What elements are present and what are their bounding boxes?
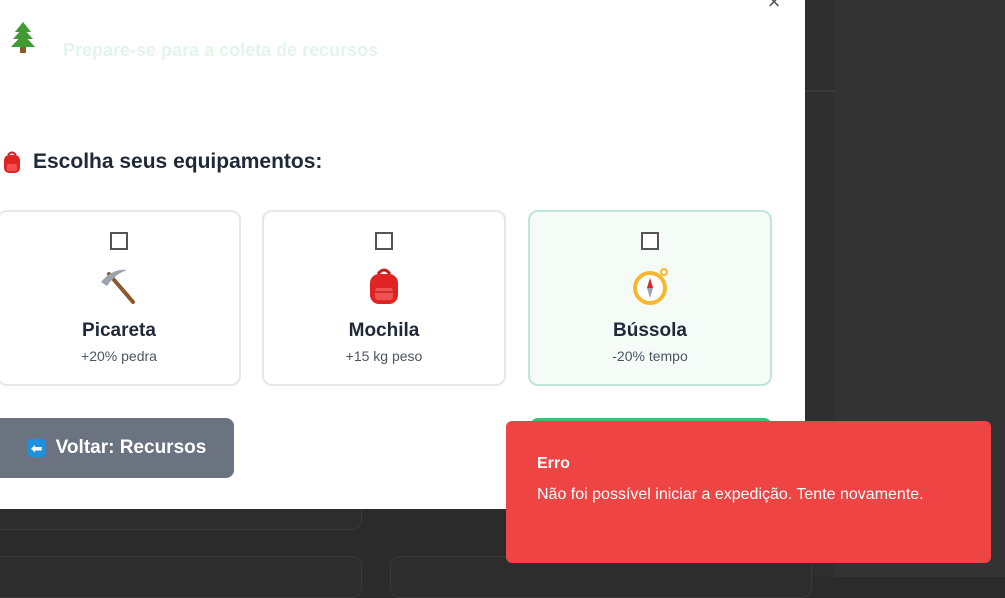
equipment-card-bussola[interactable]: Bússola -20% tempo bbox=[528, 210, 772, 386]
error-toast[interactable]: Erro Não foi possível iniciar a expediçã… bbox=[506, 421, 991, 563]
compass-icon bbox=[633, 268, 668, 305]
section-title: Escolha seus equipamentos: bbox=[0, 150, 322, 174]
equipment-checkbox[interactable] bbox=[641, 232, 659, 250]
backpack-icon bbox=[370, 268, 398, 304]
toast-message: Não foi possível iniciar a expedição. Te… bbox=[537, 486, 924, 503]
equipment-effect: -20% tempo bbox=[612, 348, 688, 364]
equipment-card-picareta[interactable]: Picareta +20% pedra bbox=[0, 210, 241, 386]
equipment-name: Bússola bbox=[613, 320, 687, 341]
equipment-checkbox[interactable] bbox=[375, 232, 393, 250]
arrow-left-icon: ⬅ bbox=[27, 439, 46, 457]
equipment-checkbox[interactable] bbox=[110, 232, 128, 250]
modal-subtitle: Prepare-se para a coleta de recursos bbox=[63, 40, 379, 60]
equipment-name: Mochila bbox=[348, 320, 420, 341]
tree-icon bbox=[11, 22, 35, 53]
back-button[interactable]: ⬅ Voltar: Recursos bbox=[0, 418, 234, 478]
pickaxe-icon bbox=[101, 269, 135, 304]
backdrop-divider bbox=[805, 90, 835, 92]
equipment-name: Picareta bbox=[82, 320, 156, 341]
equipment-effect: +20% pedra bbox=[81, 348, 157, 364]
equipment-effect: +15 kg peso bbox=[345, 348, 423, 364]
back-button-label: Voltar: Recursos bbox=[55, 437, 207, 458]
backdrop-card bbox=[0, 556, 362, 598]
toast-title: Erro bbox=[537, 455, 570, 472]
close-button[interactable]: × bbox=[764, 0, 784, 13]
backpack-icon bbox=[4, 151, 20, 173]
section-title-text: Escolha seus equipamentos: bbox=[33, 150, 323, 173]
equipment-card-mochila[interactable]: Mochila +15 kg peso bbox=[262, 210, 506, 386]
